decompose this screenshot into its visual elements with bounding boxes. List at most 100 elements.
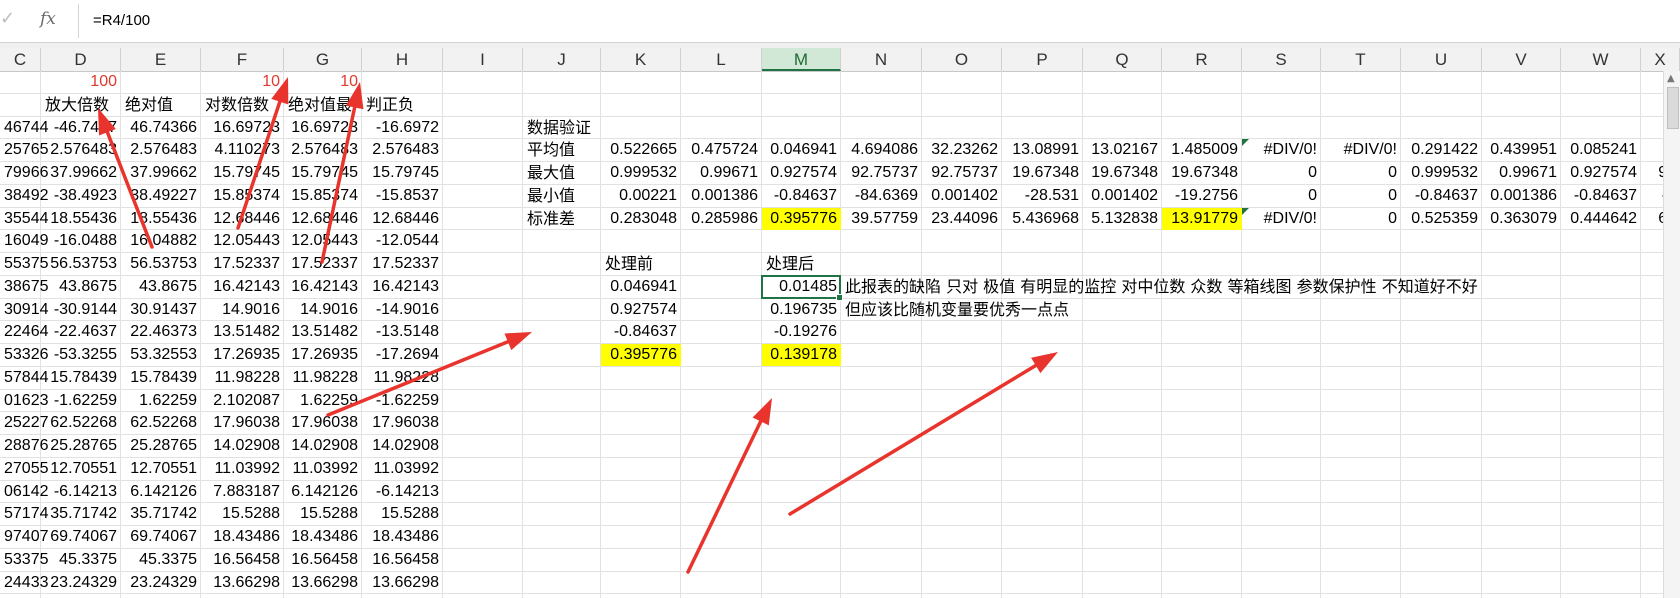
column-header-q[interactable]: Q [1083, 48, 1162, 71]
table-cell[interactable]: 17.26935 [201, 344, 284, 366]
validation-cell[interactable]: #DIV/0! [1242, 139, 1321, 161]
table-cell[interactable]: 14.9016 [201, 299, 284, 321]
table-cell[interactable]: 18.55436 [121, 208, 201, 230]
table-cell[interactable]: 23.24329 [41, 572, 121, 594]
after-value[interactable]: 0.196735 [762, 299, 841, 321]
validation-cell[interactable]: 0.001386 [1482, 185, 1561, 207]
table-cell[interactable]: 17.96038 [362, 412, 443, 434]
validation-cell[interactable]: 0.001402 [1083, 185, 1162, 207]
table-cell[interactable]: 06142 [0, 481, 49, 503]
column-header-e[interactable]: E [121, 48, 201, 71]
table-cell[interactable]: 15.78439 [121, 367, 201, 389]
table-cell[interactable]: 16.42143 [284, 276, 362, 298]
table-cell[interactable]: 12.70551 [121, 458, 201, 480]
table-cell[interactable]: 12.05443 [201, 230, 284, 252]
table-cell[interactable]: 16.56458 [284, 549, 362, 571]
column-header-j[interactable]: J [523, 48, 601, 71]
validation-label[interactable]: 标准差 [523, 208, 601, 230]
spreadsheet-grid[interactable]: 100 10 10 放大倍数 绝对值 对数倍数 绝对值最 判正负 46744 -46.7437 46… [0, 71, 1680, 598]
column-header-p[interactable]: P [1002, 48, 1083, 71]
table-cell[interactable]: 11.03992 [284, 458, 362, 480]
table-cell[interactable]: 4.110273 [201, 139, 284, 161]
note-line-2[interactable]: 但应该比随机变量要优秀一点点 [841, 299, 1069, 321]
table-cell[interactable]: 6.142126 [121, 481, 201, 503]
validation-cell[interactable]: 92.75737 [922, 162, 1002, 184]
label-before-processing[interactable]: 处理前 [601, 253, 681, 275]
table-cell[interactable]: 18.55436 [41, 208, 121, 230]
table-cell[interactable]: 30.91437 [121, 299, 201, 321]
formula-input[interactable]: =R4/100 [78, 4, 1680, 38]
table-cell[interactable]: 25227 [0, 412, 49, 434]
table-cell[interactable]: -38.4923 [41, 185, 121, 207]
table-cell[interactable]: 25.28765 [41, 435, 121, 457]
table-cell[interactable]: 22.46373 [121, 321, 201, 343]
error-indicator-icon[interactable] [1242, 139, 1249, 146]
table-cell[interactable]: 16.56458 [362, 549, 443, 571]
cell-d-multiplier[interactable]: 100 [41, 71, 121, 93]
validation-cell[interactable]: 0.475724 [681, 139, 762, 161]
column-header-w[interactable]: W [1561, 48, 1641, 71]
after-value[interactable]: 0.139178 [762, 344, 841, 366]
table-cell[interactable]: 01623 [0, 390, 49, 412]
validation-cell[interactable]: 0.439951 [1482, 139, 1561, 161]
table-cell[interactable]: 13.66298 [201, 572, 284, 594]
table-cell[interactable]: 7.883187 [201, 481, 284, 503]
validation-cell[interactable]: 0.927574 [1561, 162, 1641, 184]
table-cell[interactable]: 16.56458 [201, 549, 284, 571]
table-cell[interactable]: 57844 [0, 367, 49, 389]
table-cell[interactable]: 35.71742 [41, 503, 121, 525]
validation-cell[interactable]: 19.67348 [1162, 162, 1242, 184]
validation-cell[interactable]: 13.08991 [1002, 139, 1083, 161]
table-cell[interactable]: 14.02908 [284, 435, 362, 457]
note-line-1[interactable]: 此报表的缺陷 只对 极值 有明显的监控 对中位数 众数 等箱线图 参数保护性 不… [841, 276, 1478, 298]
column-header-u[interactable]: U [1401, 48, 1482, 71]
label-after-processing[interactable]: 处理后 [762, 253, 841, 275]
table-cell[interactable]: 69.74067 [121, 526, 201, 548]
table-cell[interactable]: 15.85374 [284, 185, 362, 207]
table-cell[interactable]: 6.142126 [284, 481, 362, 503]
table-cell[interactable]: 55375 [0, 253, 49, 275]
table-cell[interactable]: 18.43486 [362, 526, 443, 548]
validation-cell[interactable]: -0.84637 [1561, 185, 1641, 207]
table-cell[interactable]: 45.3375 [41, 549, 121, 571]
table-cell[interactable]: 14.02908 [201, 435, 284, 457]
before-value[interactable]: 0.927574 [601, 299, 681, 321]
table-cell[interactable]: -1.62259 [362, 390, 443, 412]
table-cell[interactable]: -14.9016 [362, 299, 443, 321]
table-cell[interactable]: 15.5288 [201, 503, 284, 525]
validation-cell[interactable]: 0.285986 [681, 208, 762, 230]
table-cell[interactable]: -1.62259 [41, 390, 121, 412]
table-cell[interactable]: 38.49227 [121, 185, 201, 207]
validation-cell[interactable]: 4.694086 [841, 139, 922, 161]
validation-cell[interactable]: -28.531 [1002, 185, 1083, 207]
table-cell[interactable]: 18.43486 [201, 526, 284, 548]
validation-cell[interactable]: 39.57759 [841, 208, 922, 230]
table-cell[interactable]: 16.69723 [284, 117, 362, 139]
table-cell[interactable]: 11.03992 [201, 458, 284, 480]
table-cell[interactable]: 46.74366 [121, 117, 201, 139]
validation-label[interactable]: 最大值 [523, 162, 601, 184]
table-cell[interactable]: 35.71742 [121, 503, 201, 525]
table-cell[interactable]: 53326 [0, 344, 49, 366]
table-cell[interactable]: 16.42143 [201, 276, 284, 298]
column-header-n[interactable]: N [841, 48, 922, 71]
table-cell[interactable]: 25.28765 [121, 435, 201, 457]
table-cell[interactable]: 57174 [0, 503, 49, 525]
table-cell[interactable]: 2.576483 [41, 139, 121, 161]
after-value[interactable]: -0.19276 [762, 321, 841, 343]
validation-cell[interactable]: 0.046941 [762, 139, 841, 161]
validation-cell[interactable]: 0.444642 [1561, 208, 1641, 230]
column-header-s[interactable]: S [1242, 48, 1321, 71]
scrollbar-thumb[interactable] [1667, 87, 1679, 129]
validation-cell[interactable]: 0.927574 [762, 162, 841, 184]
validation-label[interactable]: 最小值 [523, 185, 601, 207]
table-cell[interactable]: 43.8675 [41, 276, 121, 298]
table-cell[interactable]: 17.52337 [284, 253, 362, 275]
validation-cell[interactable]: #DIV/0! [1321, 139, 1401, 161]
table-cell[interactable]: 11.03992 [362, 458, 443, 480]
column-header-o[interactable]: O [922, 48, 1002, 71]
table-cell[interactable]: 2.576483 [284, 139, 362, 161]
table-cell[interactable]: -46.7437 [41, 117, 121, 139]
table-cell[interactable]: 2.576483 [121, 139, 201, 161]
validation-cell[interactable]: 0 [1321, 185, 1401, 207]
